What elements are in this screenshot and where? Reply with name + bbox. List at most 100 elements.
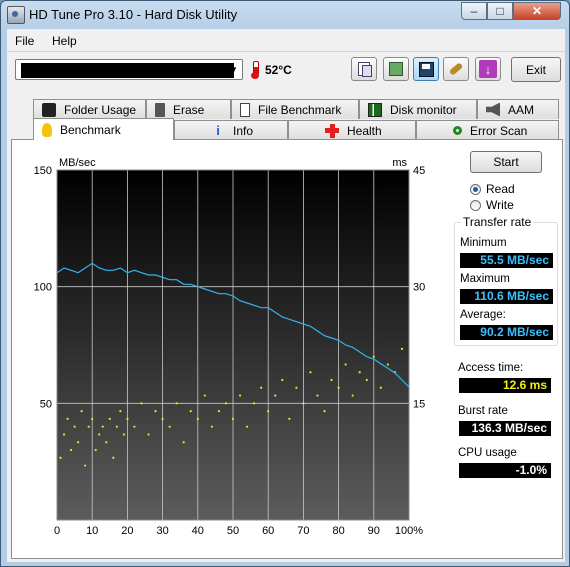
wrench-icon	[448, 62, 464, 76]
radio-unselected-icon	[470, 199, 481, 211]
drive-select-value: WDC WD1002FBYS-02A6B0 (1000 GB)	[21, 63, 234, 78]
right-axis-unit-label: ms	[392, 157, 407, 169]
left-axis-unit-label: MB/sec	[59, 157, 96, 169]
options-button[interactable]	[443, 57, 469, 81]
client-area: File Help WDC WD1002FBYS-02A6B0 (1000 GB…	[7, 29, 565, 562]
access-time-point	[210, 425, 213, 428]
thermometer-icon	[251, 61, 259, 79]
tab-info[interactable]: i Info	[174, 120, 288, 140]
copy-text-button[interactable]	[351, 57, 377, 81]
access-time-point	[365, 378, 368, 382]
right-tick-label: 30	[413, 282, 425, 294]
maximum-label: Maximum	[460, 273, 510, 285]
read-radio[interactable]: Read	[470, 182, 515, 196]
access-time-point	[147, 433, 150, 436]
x-tick-label: 40	[192, 525, 204, 537]
write-radio[interactable]: Write	[470, 198, 514, 212]
read-radio-label: Read	[486, 182, 515, 196]
save-screenshot-button[interactable]	[413, 57, 439, 81]
transfer-rate-title: Transfer rate	[461, 215, 534, 229]
x-tick-label: 0	[54, 525, 60, 537]
access-time-point	[344, 363, 347, 366]
x-tick-label: 100%	[395, 525, 423, 537]
menu-file[interactable]: File	[15, 34, 34, 48]
access-time-point	[288, 417, 291, 420]
access-time-value: 12.6 ms	[459, 378, 551, 393]
access-time-point	[161, 417, 164, 420]
tab-benchmark[interactable]: Benchmark	[33, 118, 174, 140]
access-time-point	[330, 378, 333, 382]
access-time-point	[267, 410, 270, 413]
burst-rate-value: 136.3 MB/sec	[459, 421, 551, 436]
access-time-point	[358, 371, 361, 374]
menu-help[interactable]: Help	[52, 34, 77, 48]
drive-select[interactable]: WDC WD1002FBYS-02A6B0 (1000 GB) ▼	[15, 59, 243, 80]
access-time-point	[238, 394, 242, 397]
write-radio-label: Write	[486, 198, 514, 212]
hdd-app-icon	[7, 6, 25, 24]
x-tick-label: 70	[297, 525, 309, 537]
x-tick-label: 20	[121, 525, 133, 537]
window-title: HD Tune Pro 3.10 - Hard Disk Utility	[29, 7, 238, 22]
tab-label: Health	[347, 123, 382, 138]
access-time-point	[115, 425, 118, 428]
bulb-icon	[42, 122, 52, 137]
tab-label: AAM	[508, 102, 535, 117]
benchmark-chart: MB/sec ms 150 100 50 45 30 15 0 10 20 30 40 50 60 70 80 9…	[12, 140, 432, 555]
maximum-value: 110.6 MB/sec	[460, 289, 553, 304]
access-time-point	[316, 394, 319, 397]
menu-divider	[7, 51, 565, 52]
access-time-point	[379, 386, 382, 389]
speaker-icon	[486, 102, 500, 117]
access-time-point	[108, 417, 111, 420]
copy-icon	[358, 62, 372, 77]
access-time-point	[98, 433, 101, 436]
access-time-point	[119, 410, 122, 413]
exit-button[interactable]: Exit	[511, 57, 561, 82]
menu-bar: File Help	[7, 31, 565, 51]
title-bar[interactable]: HD Tune Pro 3.10 - Hard Disk Utility – □…	[1, 1, 569, 29]
x-tick-label: 30	[156, 525, 168, 537]
access-time-point	[105, 441, 108, 444]
left-tick-label: 150	[34, 165, 52, 177]
access-time-point	[386, 363, 389, 366]
access-time-point	[62, 433, 66, 436]
access-time-point	[168, 425, 171, 428]
access-time-point	[66, 417, 69, 420]
benchmark-chart-svg: MB/sec ms150100504530150 10 20 30 40 50 60 70 80 9…	[34, 157, 426, 537]
access-time-point	[323, 410, 326, 413]
access-time-label: Access time:	[458, 362, 524, 374]
tab-disk-monitor[interactable]: Disk monitor	[359, 99, 477, 119]
tab-label: Folder Usage	[64, 102, 137, 117]
access-time-point	[274, 394, 277, 397]
left-tick-label: 100	[34, 282, 52, 294]
tab-error-scan[interactable]: Error Scan	[416, 120, 559, 140]
tab-folder-usage[interactable]: Folder Usage	[33, 99, 146, 119]
access-time-point	[91, 417, 94, 420]
access-time-point	[351, 394, 354, 397]
download-button[interactable]: ↓	[475, 57, 501, 81]
copy-screenshot-button[interactable]	[383, 57, 409, 81]
maximize-button[interactable]: □	[487, 2, 513, 20]
tab-file-benchmark[interactable]: File Benchmark	[231, 99, 359, 119]
magnifier-icon	[453, 126, 462, 135]
tab-label: Error Scan	[470, 123, 528, 138]
x-tick-label: 60	[262, 525, 274, 537]
close-button[interactable]: ✕	[513, 2, 561, 20]
right-tick-label: 15	[413, 398, 425, 410]
chevron-down-icon[interactable]: ▼	[226, 60, 242, 79]
access-time-point	[59, 456, 62, 459]
access-time-point	[253, 402, 256, 405]
access-time-point	[302, 402, 305, 405]
access-time-point	[101, 425, 104, 428]
tab-erase[interactable]: Erase	[146, 99, 231, 119]
disk-monitor-icon	[368, 102, 382, 117]
tab-label: Info	[233, 123, 254, 138]
start-button[interactable]: Start	[470, 151, 542, 173]
tab-aam[interactable]: AAM	[477, 99, 559, 119]
minimize-button[interactable]: –	[461, 2, 487, 20]
tab-label: Benchmark	[60, 122, 121, 137]
tab-health[interactable]: Health	[288, 120, 416, 140]
tab-label: File Benchmark	[258, 102, 342, 117]
access-time-point	[77, 441, 80, 444]
